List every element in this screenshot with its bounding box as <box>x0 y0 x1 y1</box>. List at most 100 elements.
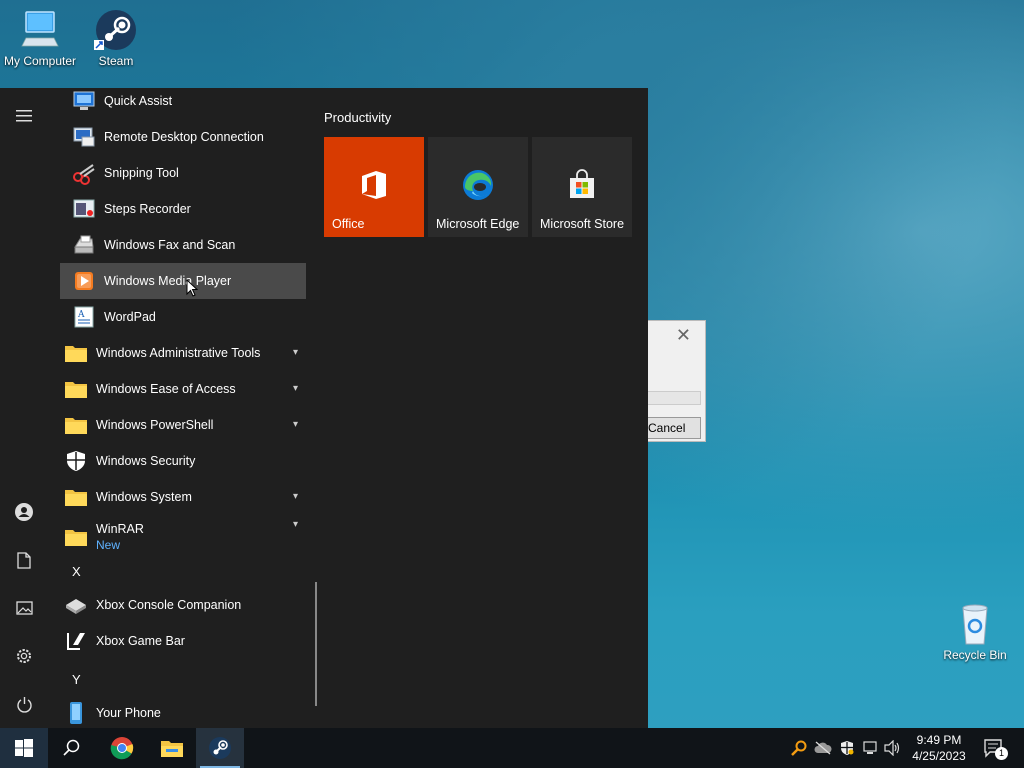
pictures-icon[interactable] <box>0 590 48 626</box>
windows-logo-icon <box>15 739 33 757</box>
recycle-bin-icon <box>951 602 999 646</box>
taskbar-steam[interactable] <box>196 728 244 768</box>
app-label: Snipping Tool <box>104 166 179 180</box>
user-account-icon[interactable] <box>0 494 48 530</box>
app-item-wordpad[interactable]: A WordPad <box>60 299 306 335</box>
taskbar-clock[interactable]: 9:49 PM 4/25/2023 <box>906 732 972 764</box>
file-explorer-icon <box>161 741 183 757</box>
new-badge: New <box>96 538 121 552</box>
winrar-label-group: WinRAR New <box>96 522 144 552</box>
app-label: Windows Security <box>96 454 196 468</box>
section-letter-y[interactable]: Y <box>72 672 81 687</box>
desktop-icon-steam[interactable]: Steam <box>76 8 156 68</box>
xbox-game-bar-icon <box>64 629 88 653</box>
section-letter-x[interactable]: X <box>72 564 81 579</box>
hamburger-menu-icon[interactable] <box>0 98 48 134</box>
app-item-fax-and-scan[interactable]: Windows Fax and Scan <box>60 227 306 263</box>
app-label: Windows Ease of Access <box>96 382 236 396</box>
clock-time: 9:49 PM <box>916 733 962 747</box>
taskbar-chrome[interactable] <box>98 728 146 768</box>
steam-icon <box>92 8 140 52</box>
taskbar-file-explorer[interactable] <box>148 728 196 768</box>
steam-icon <box>209 737 231 759</box>
start-menu: Quick Assist Remote Desktop Connection S… <box>0 88 648 728</box>
app-label: Xbox Console Companion <box>96 598 242 612</box>
chrome-icon <box>110 737 134 760</box>
cancel-button[interactable]: Cancel <box>641 417 701 439</box>
svg-text:A: A <box>77 310 85 320</box>
app-folder-administrative-tools[interactable]: Windows Administrative Tools ▾ <box>60 335 306 371</box>
tile-label: Microsoft Edge <box>436 217 520 231</box>
start-button[interactable] <box>0 728 48 768</box>
app-label: Remote Desktop Connection <box>104 130 264 144</box>
app-item-windows-security[interactable]: Windows Security <box>60 443 306 479</box>
app-item-your-phone[interactable]: Your Phone <box>60 695 306 728</box>
xbox-console-icon <box>64 593 88 617</box>
app-label: Windows System <box>96 490 192 504</box>
folder-icon <box>64 485 88 509</box>
quick-assist-icon <box>72 89 96 113</box>
desktop-icon-recycle-bin[interactable]: Recycle Bin <box>935 602 1015 662</box>
app-list[interactable]: Quick Assist Remote Desktop Connection S… <box>60 88 306 728</box>
action-center-button[interactable]: 1 <box>980 728 1008 768</box>
app-item-snipping-tool[interactable]: Snipping Tool <box>60 155 306 191</box>
app-list-scrollbar[interactable] <box>315 582 317 706</box>
desktop-icon-label: Recycle Bin <box>943 648 1007 662</box>
taskbar: 9:49 PM 4/25/2023 1 <box>0 728 1024 768</box>
fax-scanner-icon <box>72 233 96 257</box>
remote-desktop-icon <box>72 125 96 149</box>
power-icon[interactable] <box>0 686 48 722</box>
desktop-icon-label: My Computer <box>3 54 77 68</box>
app-item-windows-media-player[interactable]: Windows Media Player <box>60 263 306 299</box>
chevron-down-icon[interactable]: ▾ <box>293 519 298 530</box>
chevron-down-icon[interactable]: ▾ <box>293 491 298 502</box>
office-icon <box>358 169 390 201</box>
taskbar-search-button[interactable] <box>48 728 96 768</box>
shield-icon <box>64 449 88 473</box>
app-item-remote-desktop[interactable]: Remote Desktop Connection <box>60 119 306 155</box>
dialog-progress-bar <box>641 391 701 405</box>
close-icon[interactable]: ✕ <box>676 325 691 346</box>
scissors-icon <box>72 161 96 185</box>
app-label: Windows Media Player <box>104 274 232 288</box>
tile-microsoft-store[interactable]: Microsoft Store <box>532 137 632 237</box>
notification-count-badge: 1 <box>995 747 1008 760</box>
clock-date: 4/25/2023 <box>912 749 966 763</box>
chevron-down-icon[interactable]: ▾ <box>293 347 298 358</box>
app-folder-ease-of-access[interactable]: Windows Ease of Access ▾ <box>60 371 306 407</box>
chevron-down-icon[interactable]: ▾ <box>293 419 298 430</box>
onedrive-offline-icon[interactable] <box>812 728 834 768</box>
wordpad-icon: A <box>72 305 96 329</box>
desktop-icon-my-computer[interactable]: My Computer <box>0 8 80 68</box>
chevron-down-icon[interactable]: ▾ <box>293 383 298 394</box>
tray-search-icon[interactable] <box>788 728 810 768</box>
computer-icon <box>16 8 64 52</box>
app-label: Windows Administrative Tools <box>96 346 261 360</box>
app-label: WinRAR <box>96 522 144 536</box>
app-label: Windows Fax and Scan <box>104 238 236 252</box>
app-item-xbox-console-companion[interactable]: Xbox Console Companion <box>60 587 306 623</box>
app-item-quick-assist[interactable]: Quick Assist <box>60 88 306 119</box>
app-item-steps-recorder[interactable]: Steps Recorder <box>60 191 306 227</box>
volume-icon[interactable] <box>882 728 904 768</box>
security-shield-icon[interactable] <box>836 728 858 768</box>
documents-icon[interactable] <box>0 542 48 578</box>
desktop-icon-label: Steam <box>98 54 134 68</box>
tile-office[interactable]: Office <box>324 137 424 237</box>
settings-gear-icon[interactable] <box>0 638 48 674</box>
app-label: Xbox Game Bar <box>96 634 185 648</box>
folder-icon <box>64 413 88 437</box>
phone-icon <box>64 701 88 725</box>
app-label: Steps Recorder <box>104 202 191 216</box>
network-icon[interactable] <box>860 728 882 768</box>
steps-recorder-icon <box>72 197 96 221</box>
app-item-xbox-game-bar[interactable]: Xbox Game Bar <box>60 623 306 659</box>
app-folder-powershell[interactable]: Windows PowerShell ▾ <box>60 407 306 443</box>
tile-microsoft-edge[interactable]: Microsoft Edge <box>428 137 528 237</box>
tile-group-title: Productivity <box>324 110 392 125</box>
app-label: Quick Assist <box>104 94 173 108</box>
app-folder-winrar[interactable]: WinRAR New ▾ <box>60 515 306 559</box>
tile-label: Microsoft Store <box>540 217 625 231</box>
mouse-cursor-icon <box>186 278 199 301</box>
app-folder-windows-system[interactable]: Windows System ▾ <box>60 479 306 515</box>
